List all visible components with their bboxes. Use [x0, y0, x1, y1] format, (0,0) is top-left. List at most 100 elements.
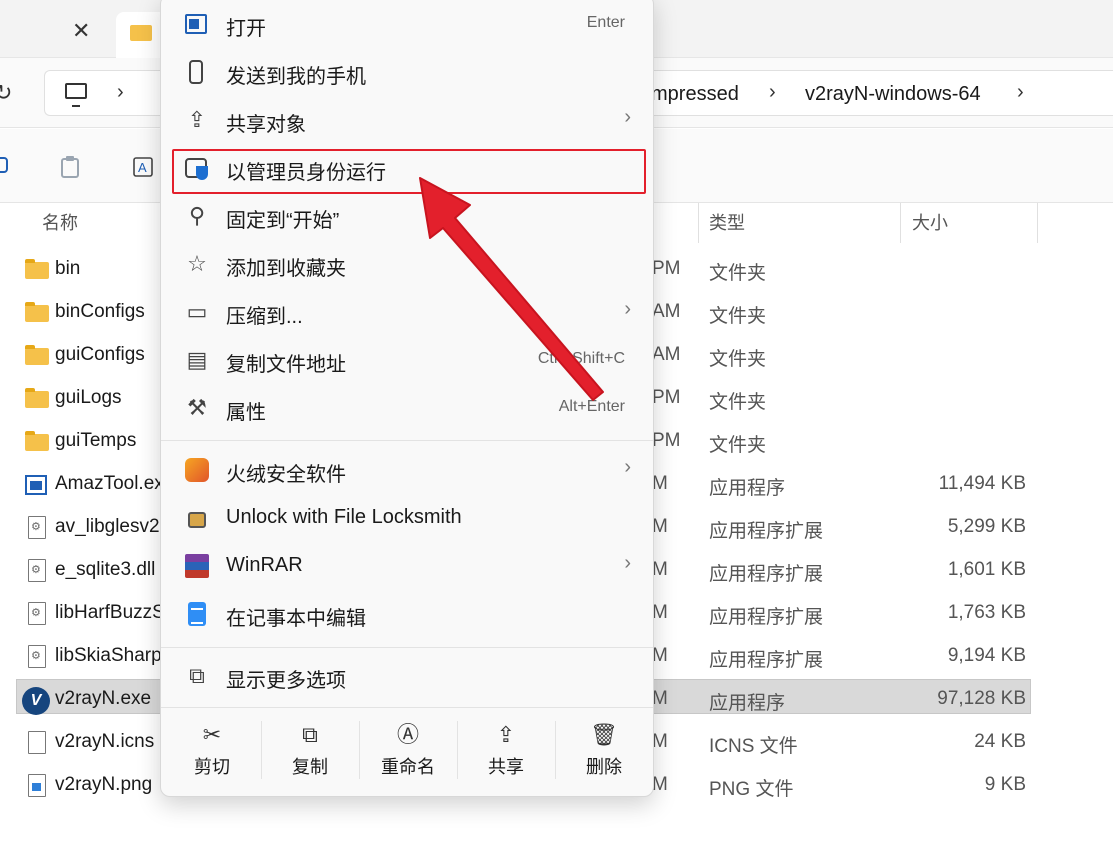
file-type: ICNS 文件 — [709, 736, 798, 757]
share-icon: ⇪ — [496, 722, 516, 747]
menu-item-label: 发送到我的手机 — [226, 66, 366, 88]
breadcrumb-item[interactable]: mpressed — [651, 83, 739, 106]
menu-item[interactable]: ☆ 添加到收藏夹 — [169, 242, 647, 286]
file-type: 文件夹 — [709, 392, 767, 413]
menu-action-label: 复制 — [292, 757, 328, 777]
menu-item[interactable]: ⚒ 属性 Alt+Enter — [169, 386, 647, 430]
file-name: bin — [55, 258, 81, 279]
file-name: e_sqlite3.dll — [55, 559, 156, 580]
folder-icon — [130, 25, 152, 41]
file-modified-time: M — [652, 602, 668, 623]
document-icon — [28, 731, 46, 754]
menu-item-label: 添加到收藏夹 — [226, 258, 346, 280]
notepad-icon — [188, 602, 206, 626]
file-modified-time: PM — [652, 430, 681, 451]
file-modified-time: M — [652, 559, 668, 580]
menu-item-label: WinRAR — [226, 554, 303, 576]
new-item-icon[interactable] — [0, 155, 10, 177]
winrar-icon — [185, 554, 209, 578]
copy-icon: ⧉ — [302, 722, 318, 747]
file-size: 24 KB — [974, 731, 1026, 752]
dll-icon — [28, 516, 46, 539]
file-modified-time: PM — [652, 387, 681, 408]
star-icon: ☆ — [187, 251, 207, 276]
column-header-size[interactable]: 大小 — [912, 203, 948, 243]
menu-action-label: 删除 — [586, 757, 622, 777]
open-app-icon — [185, 14, 207, 34]
column-divider[interactable] — [1037, 203, 1038, 243]
dll-icon — [28, 645, 46, 668]
compress-icon: ▭ — [186, 299, 208, 324]
file-modified-time: M — [652, 731, 668, 752]
pin-icon: ⚲ — [188, 203, 206, 228]
menu-item-label: Unlock with File Locksmith — [226, 506, 462, 528]
file-size: 97,128 KB — [937, 688, 1026, 709]
file-name: av_libglesv2 — [55, 516, 160, 537]
chevron-right-icon[interactable]: › — [1017, 81, 1024, 104]
menu-item[interactable]: WinRAR › — [169, 544, 647, 588]
menu-action-bar: ✂ 剪切 ⧉ 复制 Ⓐ 重命名 ⇪ 共享 🗑 删除 — [161, 707, 653, 795]
cut-icon: ✂ — [202, 722, 222, 747]
paste-icon[interactable] — [60, 155, 82, 179]
menu-item[interactable]: ▤ 复制文件地址 Ctrl+Shift+C — [169, 338, 647, 382]
menu-item[interactable]: ⧉ 显示更多选项 — [169, 654, 647, 698]
folder-icon — [25, 259, 49, 279]
column-divider[interactable] — [900, 203, 901, 243]
rename-icon: Ⓐ — [396, 722, 419, 747]
menu-item[interactable]: ▭ 压缩到... › — [169, 290, 647, 334]
menu-item[interactable]: 在记事本中编辑 — [169, 592, 647, 636]
file-size: 1,763 KB — [947, 602, 1026, 623]
svg-text:A: A — [138, 160, 147, 175]
lock-icon — [188, 512, 206, 528]
menu-action-button[interactable]: ⧉ 复制 — [261, 707, 359, 795]
menu-action-label: 剪切 — [194, 757, 230, 777]
menu-separator — [161, 440, 653, 441]
breadcrumb-item[interactable]: v2rayN-windows-64 — [805, 83, 981, 106]
dll-icon — [28, 559, 46, 582]
refresh-icon[interactable]: ↻ — [0, 80, 12, 106]
file-size: 9,194 KB — [947, 645, 1026, 666]
file-name: binConfigs — [55, 301, 145, 322]
menu-item[interactable]: Unlock with File Locksmith — [169, 496, 647, 540]
menu-action-label: 重命名 — [381, 757, 435, 777]
column-header-type[interactable]: 类型 — [709, 203, 745, 243]
menu-item[interactable]: 打开 Enter — [169, 2, 647, 46]
menu-item[interactable]: ⚲ 固定到“开始” — [169, 194, 647, 238]
file-name: libHarfBuzzS — [55, 602, 165, 623]
file-modified-time: M — [652, 688, 668, 709]
file-type: 文件夹 — [709, 435, 767, 456]
more-options-icon: ⧉ — [189, 663, 205, 688]
menu-item[interactable]: 发送到我的手机 — [169, 50, 647, 94]
menu-item-label: 压缩到... — [226, 306, 303, 328]
file-modified-time: M — [652, 774, 668, 795]
file-type: 文件夹 — [709, 306, 767, 327]
menu-item[interactable]: 火绒安全软件 › — [169, 448, 647, 492]
chevron-right-icon[interactable]: › — [117, 81, 124, 104]
this-pc-icon[interactable] — [65, 83, 87, 107]
menu-item[interactable]: ⇪ 共享对象 › — [169, 98, 647, 142]
menu-item-label: 属性 — [226, 402, 266, 424]
column-divider[interactable] — [698, 203, 699, 243]
file-modified-time: M — [652, 516, 668, 537]
action-divider — [457, 721, 458, 779]
file-name: guiConfigs — [55, 344, 145, 365]
menu-action-button[interactable]: ✂ 剪切 — [163, 707, 261, 795]
close-tab-icon[interactable]: ✕ — [72, 20, 90, 42]
menu-action-button[interactable]: ⇪ 共享 — [457, 707, 555, 795]
rename-icon[interactable]: A — [132, 155, 156, 179]
menu-action-button[interactable]: 🗑 删除 — [555, 707, 653, 795]
menu-item-label: 火绒安全软件 — [226, 464, 346, 486]
folder-icon — [25, 431, 49, 451]
file-name: v2rayN.png — [55, 774, 153, 795]
file-type: 文件夹 — [709, 349, 767, 370]
file-name: guiLogs — [55, 387, 122, 408]
chevron-right-icon[interactable]: › — [769, 81, 776, 104]
file-size: 1,601 KB — [947, 559, 1026, 580]
file-name: guiTemps — [55, 430, 137, 451]
wrench-icon: ⚒ — [187, 395, 207, 420]
menu-action-button[interactable]: Ⓐ 重命名 — [359, 707, 457, 795]
file-type: 应用程序扩展 — [709, 564, 824, 585]
column-header-name[interactable]: 名称 — [42, 203, 78, 243]
menu-item-label: 显示更多选项 — [226, 670, 346, 692]
menu-item-label: 固定到“开始” — [226, 210, 340, 232]
